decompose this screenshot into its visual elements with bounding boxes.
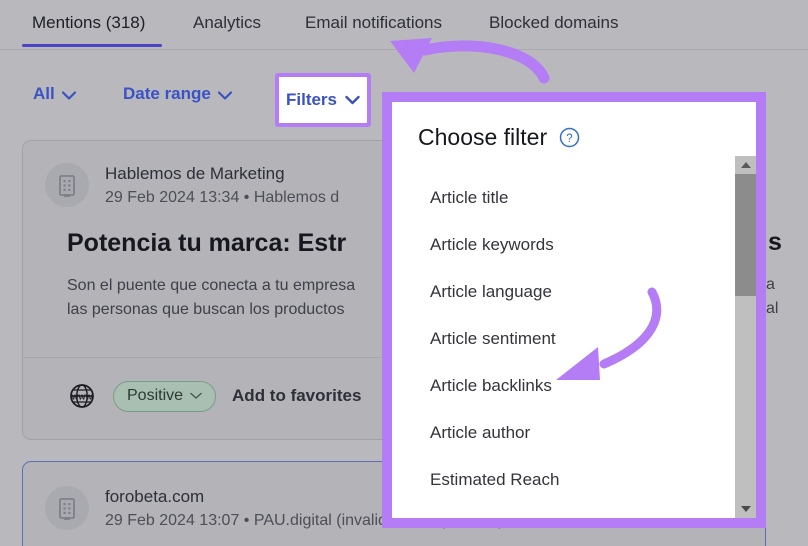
filters-button[interactable]: Filters (279, 77, 367, 123)
screenshot-root: Mentions (318) Analytics Email notificat… (0, 0, 808, 546)
add-to-favorites-button[interactable]: Add to favorites (232, 386, 361, 406)
mention-body-line-1: Son el puente que conecta a tu empresa (67, 274, 355, 298)
dropdown-title-row: Choose filter ? (418, 124, 580, 151)
choose-filter-dropdown-panel: Choose filter ? Article title Article ke… (382, 92, 766, 528)
mention-actions: WWW Positive Add to favorites (67, 379, 361, 413)
scroll-up-arrow-icon[interactable] (735, 156, 756, 174)
sentiment-label: Positive (127, 387, 183, 405)
tab-email-notifications[interactable]: Email notifications (305, 13, 442, 33)
tab-active-underline (22, 44, 162, 47)
chevron-down-icon (218, 91, 232, 100)
scrollbar-thumb[interactable] (735, 174, 756, 296)
scrollbar-track[interactable] (735, 296, 756, 500)
chevron-down-icon (345, 90, 360, 110)
dropdown-scrollbar[interactable] (735, 156, 756, 518)
help-circle-icon[interactable]: ? (559, 127, 580, 148)
filter-option-article-title[interactable]: Article title (392, 174, 756, 221)
building-icon (45, 163, 89, 207)
building-icon (45, 486, 89, 530)
svg-text:WWW: WWW (72, 392, 93, 401)
dropdown-content: Choose filter ? Article title Article ke… (392, 102, 756, 518)
mention-meta-block: Hablemos de Marketing 29 Feb 2024 13:34 … (105, 163, 339, 209)
tab-mentions[interactable]: Mentions (318) (32, 13, 145, 33)
sentiment-dropdown[interactable]: Positive (113, 381, 216, 412)
filter-all-label: All (33, 84, 55, 104)
filter-option-estimated-reach[interactable]: Estimated Reach (392, 456, 756, 503)
chevron-down-icon (190, 387, 202, 405)
mention-header: Hablemos de Marketing 29 Feb 2024 13:34 … (45, 163, 339, 209)
filters-button-highlight[interactable]: Filters (275, 73, 371, 127)
occluded-body-fragment: a al (766, 273, 778, 321)
scroll-down-arrow-icon[interactable] (735, 500, 756, 518)
tab-analytics[interactable]: Analytics (193, 13, 261, 33)
occluded-body-line-2: al (766, 297, 778, 321)
filter-date-range-label: Date range (123, 84, 211, 104)
filter-date-range-dropdown[interactable]: Date range (123, 84, 232, 104)
tab-bar-divider (0, 49, 808, 50)
tab-bar: Mentions (318) Analytics Email notificat… (0, 0, 808, 50)
tab-blocked-domains[interactable]: Blocked domains (489, 13, 618, 33)
filter-all-dropdown[interactable]: All (33, 84, 76, 104)
mention-title[interactable]: Potencia tu marca: Estr (67, 229, 346, 258)
filter-option-article-keywords[interactable]: Article keywords (392, 221, 756, 268)
occluded-card-sliver: s a al (766, 140, 808, 440)
mention-body-line-2: las personas que buscan los productos (67, 298, 355, 322)
filter-option-article-sentiment[interactable]: Article sentiment (392, 315, 756, 362)
mention-meta: 29 Feb 2024 13:34 • Hablemos d (105, 187, 339, 209)
filter-options-list: Article title Article keywords Article l… (392, 174, 756, 503)
filters-label: Filters (286, 90, 337, 110)
filter-option-article-language[interactable]: Article language (392, 268, 756, 315)
mention-body: Son el puente que conecta a tu empresa l… (67, 274, 355, 322)
page-title: Choose filter (418, 124, 547, 151)
mention-source-name: Hablemos de Marketing (105, 163, 339, 184)
filter-option-article-author[interactable]: Article author (392, 409, 756, 456)
filter-option-article-backlinks[interactable]: Article backlinks (392, 362, 756, 409)
www-globe-icon: WWW (67, 381, 97, 411)
occluded-body-line-1: a (766, 273, 778, 297)
svg-text:?: ? (566, 133, 572, 145)
occluded-title-fragment: s (768, 228, 782, 257)
chevron-down-icon (62, 91, 76, 100)
